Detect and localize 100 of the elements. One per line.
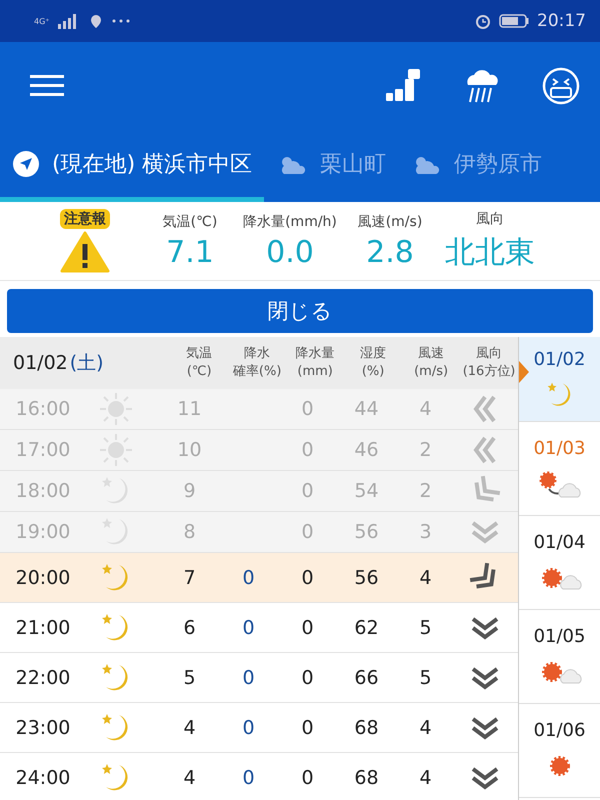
time-cell-text: 18:00 xyxy=(14,480,72,502)
temperature-cell-text: 8 xyxy=(182,521,197,543)
menu-icon[interactable] xyxy=(30,74,64,98)
column-unit: 確率(%) xyxy=(232,363,282,381)
precipitation-cell-text: 0 xyxy=(300,766,315,788)
condition-value: 7.1 xyxy=(166,234,214,270)
wind-speed-cell-text: 2 xyxy=(418,439,433,461)
wind-speed-cell-text: 4 xyxy=(418,766,433,788)
precipitation-cell-text: 0 xyxy=(300,398,315,420)
humidity-cell-text: 56 xyxy=(353,521,380,543)
condition-label: 気温(℃) xyxy=(162,212,218,230)
column-header: 降水量 xyxy=(296,344,335,363)
temperature-cell-text: 10 xyxy=(176,439,203,461)
precipitation-cell-text: 0 xyxy=(300,521,315,543)
precipitation-cell-text: 0 xyxy=(300,439,315,461)
wind-speed-cell-text: 2 xyxy=(418,480,433,502)
forecast-row[interactable]: 24:00 4 0 0 68 4 xyxy=(0,753,518,800)
wind-speed-cell-text: 4 xyxy=(418,566,433,588)
forecast-row[interactable]: 23:00 4 0 0 68 4 xyxy=(0,703,518,753)
weekday-label: (土) xyxy=(70,351,104,376)
day-date: 01/05 xyxy=(534,626,586,647)
column-header: 湿度 xyxy=(360,344,386,363)
more-icon xyxy=(112,19,130,23)
location-tab[interactable]: (現在地) 横浜市中区 xyxy=(0,130,264,202)
humidity-cell-text: 56 xyxy=(353,566,380,588)
condition-label: 風向 xyxy=(476,210,504,228)
precipitation-chance-cell: 0 xyxy=(242,616,255,638)
day-date: 01/04 xyxy=(534,532,586,553)
column-unit: (mm) xyxy=(297,363,333,381)
temperature-cell-text: 4 xyxy=(182,766,197,788)
network-label: 4G⁺ xyxy=(34,16,50,26)
column-unit: (16方位) xyxy=(462,363,516,381)
precipitation-cell-text: 0 xyxy=(300,566,315,588)
time-cell-text: 19:00 xyxy=(14,521,72,543)
column-header: 気温 xyxy=(186,344,212,363)
day-item[interactable]: 01/06 xyxy=(519,704,600,798)
humidity-cell-text: 62 xyxy=(353,616,380,638)
wind-speed-cell-text: 5 xyxy=(418,666,433,688)
date-label: 01/02 xyxy=(13,352,68,374)
battery-icon xyxy=(499,14,529,28)
column-header: 降水 xyxy=(244,344,270,363)
blocks-icon[interactable] xyxy=(386,69,422,103)
time-cell-text: 21:00 xyxy=(14,616,72,638)
humidity-cell-text: 68 xyxy=(353,716,380,738)
tab-label: 伊勢原市 xyxy=(454,150,542,178)
forecast-row[interactable]: 20:00 7 0 0 56 4 xyxy=(0,553,518,603)
tab-label: (現在地) 横浜市中区 xyxy=(52,150,252,178)
condition-value: 0.0 xyxy=(266,234,314,270)
column-header: 風速 xyxy=(418,344,444,363)
forecast-row[interactable]: 21:00 6 0 0 62 5 xyxy=(0,603,518,653)
precipitation-chance-cell: 0 xyxy=(242,766,255,788)
precipitation-chance-cell: 0 xyxy=(242,666,255,688)
column-unit: (m/s) xyxy=(414,363,448,381)
column-unit: (℃) xyxy=(186,363,212,381)
time-cell-text: 17:00 xyxy=(14,439,72,461)
precipitation-cell-text: 0 xyxy=(300,716,315,738)
day-date: 01/03 xyxy=(534,438,586,459)
column-unit: (%) xyxy=(362,363,384,381)
condition-value: 2.8 xyxy=(366,234,414,270)
time-cell-text: 24:00 xyxy=(14,766,72,788)
wind-speed-cell-text: 5 xyxy=(418,616,433,638)
warning-badge: 注意報 xyxy=(60,209,110,229)
navigation-icon xyxy=(12,150,40,178)
humidity-cell-text: 68 xyxy=(353,766,380,788)
temperature-cell-text: 9 xyxy=(182,480,197,502)
condition-label: 降水量(mm/h) xyxy=(243,212,337,230)
masked-face-icon[interactable] xyxy=(542,67,580,105)
precipitation-chance-cell: 0 xyxy=(242,716,255,738)
precipitation-cell-text: 0 xyxy=(300,616,315,638)
close-button[interactable]: 閉じる xyxy=(7,289,593,333)
temperature-cell-text: 11 xyxy=(176,398,203,420)
warning-icon xyxy=(60,231,110,273)
time-cell-text: 20:00 xyxy=(14,566,72,588)
temperature-cell-text: 7 xyxy=(182,566,197,588)
precipitation-cell-text: 0 xyxy=(300,666,315,688)
day-item[interactable]: 01/02 xyxy=(519,337,600,422)
time-cell-text: 16:00 xyxy=(14,398,72,420)
wind-speed-cell-text: 3 xyxy=(418,521,433,543)
wind-speed-cell-text: 4 xyxy=(418,398,433,420)
temperature-cell-text: 5 xyxy=(182,666,197,688)
column-header: 風向 xyxy=(476,344,502,363)
humidity-cell-text: 44 xyxy=(353,398,380,420)
day-item[interactable]: 01/04 xyxy=(519,516,600,610)
clock-time: 20:17 xyxy=(537,11,586,31)
tab-label: 栗山町 xyxy=(320,150,386,178)
time-cell-text: 22:00 xyxy=(14,666,72,688)
humidity-cell-text: 54 xyxy=(353,480,380,502)
temperature-cell-text: 4 xyxy=(182,716,197,738)
time-cell-text: 23:00 xyxy=(14,716,72,738)
precipitation-chance-cell: 0 xyxy=(242,566,255,588)
selection-pointer-icon xyxy=(519,361,529,383)
day-date: 01/02 xyxy=(534,348,586,370)
day-item[interactable]: 01/05 xyxy=(519,610,600,704)
forecast-row[interactable]: 22:00 5 0 0 66 5 xyxy=(0,653,518,703)
sun-to-cloud-icon xyxy=(536,469,582,499)
precipitation-cell-text: 0 xyxy=(300,480,315,502)
alarm-icon xyxy=(475,13,491,29)
wind-speed-cell-text: 4 xyxy=(418,716,433,738)
day-date: 01/06 xyxy=(534,720,586,741)
humidity-cell-text: 66 xyxy=(353,666,380,688)
